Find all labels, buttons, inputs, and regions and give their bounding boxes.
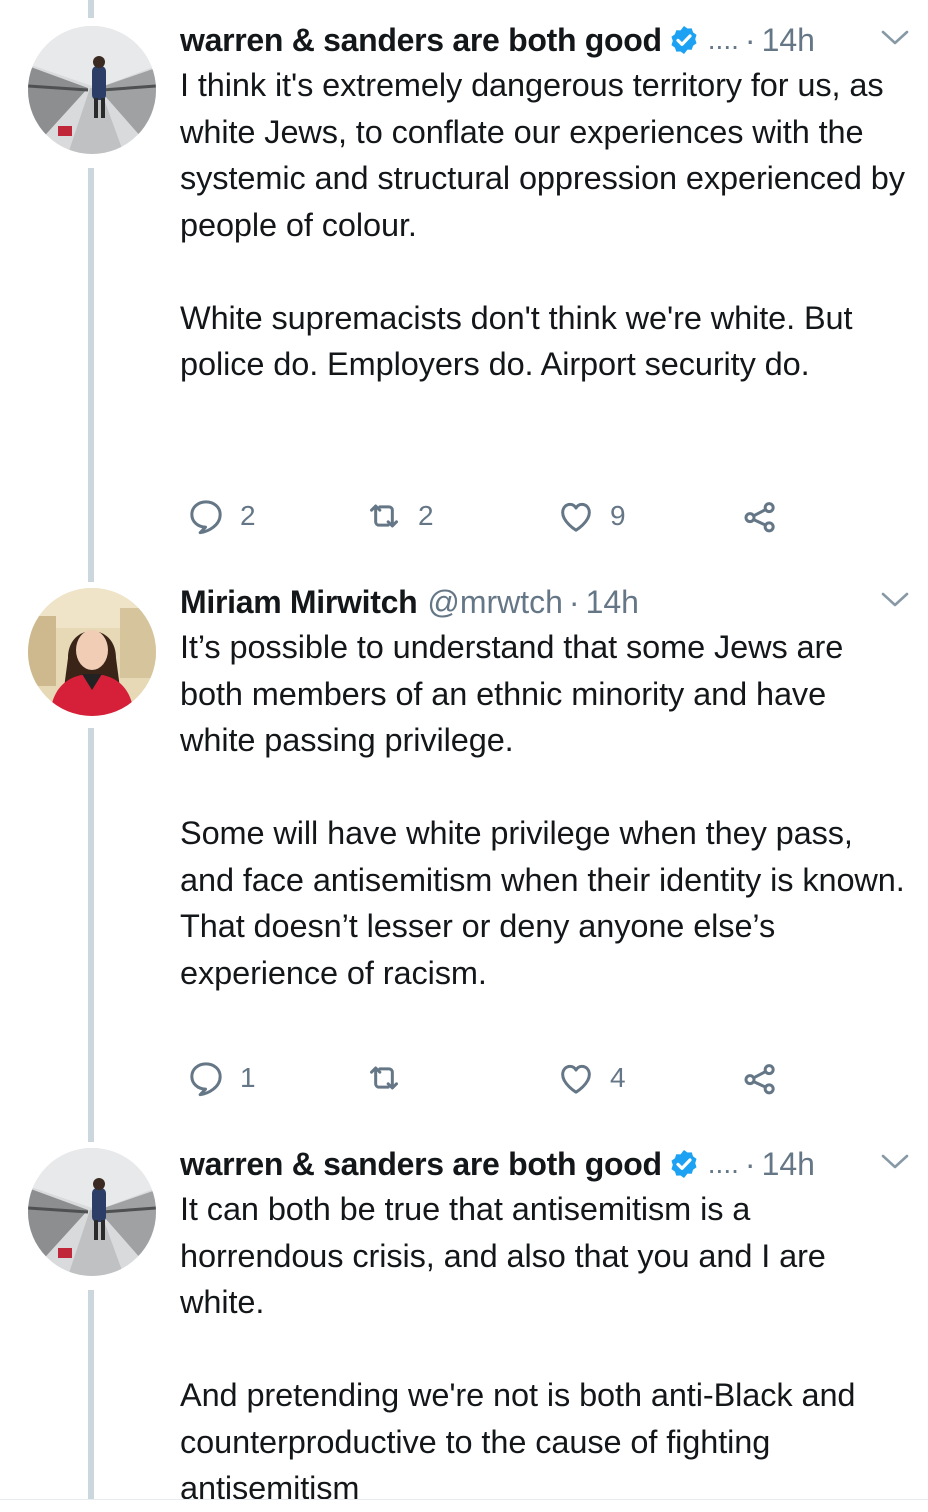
tweet-actions: 1 4 [180, 1056, 820, 1100]
tweet-header: warren & sanders are both good .... · 14… [180, 18, 910, 62]
tweet-paragraph: White supremacists don't think we're whi… [180, 299, 853, 383]
thread-line-2 [88, 728, 94, 1142]
reply-count: 1 [240, 1062, 256, 1093]
avatar-photo-portrait [28, 588, 156, 716]
tweet-header: warren & sanders are both good .... · 14… [180, 1142, 910, 1186]
display-name[interactable]: warren & sanders are both good [180, 20, 662, 60]
share-icon [744, 502, 775, 533]
timestamp[interactable]: 14h [762, 20, 815, 60]
retweet-icon [370, 504, 398, 528]
reply-icon [190, 1062, 222, 1097]
heart-icon [561, 1064, 591, 1094]
tweet-3[interactable]: warren & sanders are both good .... · 14… [180, 1142, 910, 1512]
verified-badge-icon [668, 24, 700, 56]
chevron-down-icon[interactable] [880, 28, 910, 48]
retweet-button[interactable] [364, 1056, 418, 1100]
avatar[interactable] [28, 1148, 156, 1276]
tweet-text: I think it's extremely dangerous territo… [180, 62, 910, 388]
like-count: 9 [610, 500, 626, 531]
display-name[interactable]: warren & sanders are both good [180, 1144, 662, 1184]
heart-icon [561, 502, 591, 532]
avatar[interactable] [28, 26, 156, 154]
like-button[interactable]: 9 [556, 494, 626, 538]
tweet-paragraph: And pretending we're not is both anti-Bl… [180, 1377, 856, 1506]
share-button[interactable] [740, 494, 780, 538]
reply-count: 2 [240, 500, 256, 531]
retweet-count: 2 [418, 500, 434, 531]
retweet-button[interactable]: 2 [364, 494, 434, 538]
reply-button[interactable]: 2 [186, 494, 256, 538]
time-separator: · [744, 22, 756, 58]
like-button[interactable]: 4 [556, 1056, 626, 1100]
share-button[interactable] [740, 1056, 780, 1100]
name-truncation: .... [707, 24, 739, 55]
thread-line-top [88, 0, 94, 18]
timestamp[interactable]: 14h [762, 1144, 815, 1184]
tweet-text: It’s possible to understand that some Je… [180, 624, 910, 996]
chevron-down-icon[interactable] [880, 590, 910, 610]
chevron-down-icon[interactable] [880, 1152, 910, 1172]
tweet-paragraph: It’s possible to understand that some Je… [180, 629, 844, 758]
name-truncation: .... [707, 1148, 739, 1179]
avatar-photo-walkway [28, 26, 156, 154]
share-icon [744, 1064, 775, 1095]
avatar[interactable] [28, 588, 156, 716]
timestamp[interactable]: 14h [586, 582, 639, 622]
like-count: 4 [610, 1062, 626, 1093]
retweet-icon [370, 1066, 398, 1090]
tweet-paragraph: It can both be true that antisemitism is… [180, 1191, 826, 1320]
tweet-1[interactable]: warren & sanders are both good .... · 14… [180, 18, 910, 535]
time-separator: · [744, 1146, 756, 1182]
thread-line-3 [88, 1290, 94, 1500]
tweet-header: Miriam Mirwitch @mrwtch · 14h [180, 580, 910, 624]
display-name[interactable]: Miriam Mirwitch [180, 582, 418, 622]
tweet-paragraph: Some will have white privilege when they… [180, 815, 905, 991]
verified-badge-icon [668, 1148, 700, 1180]
handle[interactable]: @mrwtch [427, 582, 563, 622]
tweet-2[interactable]: Miriam Mirwitch @mrwtch · 14h It’s possi… [180, 580, 910, 1097]
reply-icon [190, 500, 222, 535]
tweet-paragraph: I think it's extremely dangerous territo… [180, 67, 905, 243]
avatar-photo-walkway [28, 1148, 156, 1276]
tweet-actions: 2 2 9 [180, 494, 820, 538]
tweet-text: It can both be true that antisemitism is… [180, 1186, 910, 1512]
thread-line-1 [88, 168, 94, 582]
reply-button[interactable]: 1 [186, 1056, 256, 1100]
time-separator: · [568, 584, 580, 620]
